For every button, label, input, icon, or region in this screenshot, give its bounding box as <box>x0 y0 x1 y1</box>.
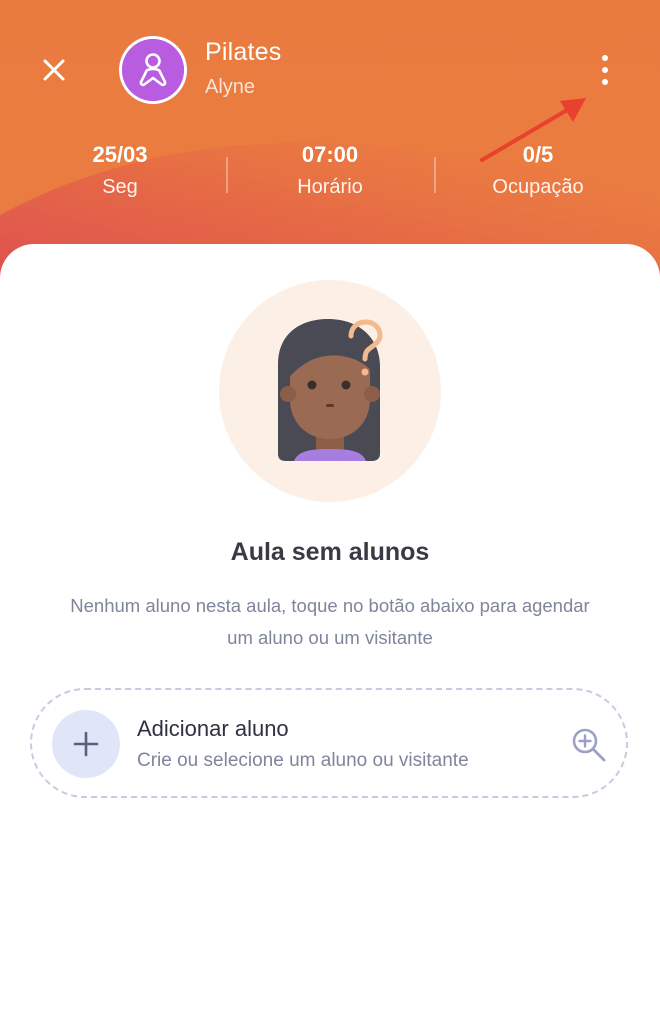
stat-date: 25/03 Seg <box>20 142 220 199</box>
close-button[interactable] <box>36 52 72 88</box>
more-vertical-icon <box>602 55 608 61</box>
stat-time-label: Horário <box>297 176 363 198</box>
class-title: Pilates <box>205 38 282 66</box>
empty-state-description: Nenhum aluno nesta aula, toque no botão … <box>70 595 590 648</box>
person-icon <box>139 53 167 87</box>
stat-time: 07:00 Horário <box>230 142 430 199</box>
zoom-in-icon[interactable] <box>570 726 608 764</box>
add-icon-container <box>52 710 120 778</box>
more-options-button[interactable] <box>590 50 620 90</box>
stat-date-label: Seg <box>102 176 138 198</box>
stat-occupancy: 0/5 Ocupação <box>438 142 638 199</box>
stat-occupancy-label: Ocupação <box>492 176 584 198</box>
stat-date-value: 25/03 <box>92 142 148 167</box>
add-student-subtitle: Crie ou selecione um aluno ou visitante <box>137 750 469 771</box>
avatar <box>119 36 187 104</box>
add-student-button[interactable]: Adicionar aluno Crie ou selecione um alu… <box>30 688 628 798</box>
close-icon <box>43 59 65 81</box>
instructor-name: Alyne <box>205 76 256 98</box>
stat-occupancy-value: 0/5 <box>522 142 554 167</box>
empty-state-illustration <box>219 280 441 502</box>
stat-time-value: 07:00 <box>301 142 359 167</box>
add-student-title: Adicionar aluno <box>137 716 289 741</box>
stat-divider <box>434 157 436 193</box>
empty-state-title: Aula sem alunos <box>230 538 430 566</box>
plus-icon <box>73 731 99 757</box>
stat-divider <box>226 157 228 193</box>
class-stats: 25/03 Seg 07:00 Horário 0/5 Ocupação <box>0 142 660 212</box>
